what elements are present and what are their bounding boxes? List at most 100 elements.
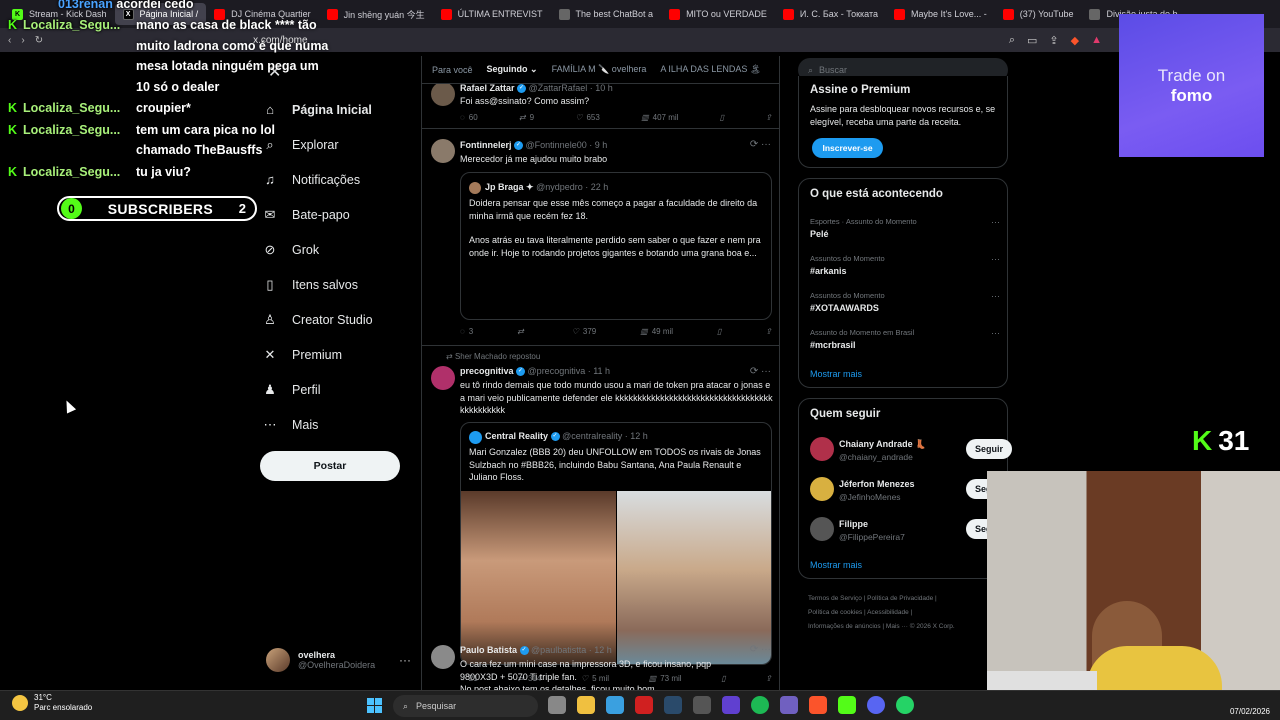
youtube-icon <box>1002 8 1014 20</box>
chat-icon: ✉ <box>264 206 276 222</box>
share-button[interactable]: ⇪ <box>765 113 772 122</box>
screen-icon[interactable]: ▭ <box>1027 34 1037 47</box>
reply-button[interactable]: ◌ 60 <box>460 113 478 122</box>
like-button[interactable]: ♡ 379 <box>572 327 597 336</box>
brave-rewards-icon[interactable]: ▲ <box>1091 34 1102 47</box>
tab-following[interactable]: Seguindo ⌄ <box>487 64 538 75</box>
kick-icon: K <box>8 165 18 179</box>
steam-icon[interactable] <box>664 696 682 714</box>
zoom-icon[interactable]: ⌕ <box>1009 34 1015 47</box>
nav-item-premium[interactable]: ✕ Premium <box>262 337 412 372</box>
views-button[interactable]: ▥ 407 mil <box>641 113 678 122</box>
brave-shield-icon[interactable]: ◆ <box>1071 34 1079 47</box>
subscriber-count-right: 2 <box>238 201 246 216</box>
nav-item-profile[interactable]: ♟ Perfil <box>262 372 412 407</box>
trend-item[interactable]: Esportes · Assunto do Momento Pelé ··· <box>810 217 1000 239</box>
avatar <box>266 648 290 672</box>
tab-list-ilha[interactable]: A ILHA DAS LENDAS 🏝 <box>660 64 761 75</box>
windows-start-icon[interactable] <box>367 698 382 713</box>
taskbar-clock[interactable]: 07/02/2026 <box>1230 695 1270 717</box>
browser-tab[interactable]: (37) YouTube <box>995 3 1082 25</box>
trend-item[interactable]: Assuntos do Momento #arkanis ··· <box>810 254 1000 276</box>
obs-icon[interactable] <box>693 696 711 714</box>
task-view-icon[interactable] <box>548 696 566 714</box>
nav-item-bookmarks[interactable]: ▯ Itens salvos <box>262 267 412 302</box>
follow-suggestion[interactable]: Chaiany Andrade 👢 @chaiany_andrade Seguir <box>810 437 1012 465</box>
share-icon[interactable]: ⇪ <box>1049 34 1058 47</box>
more-icon[interactable]: ··· <box>399 653 411 667</box>
browser-tab[interactable]: Maybe It's Love... - <box>886 3 995 25</box>
heart-icon: ♡ <box>575 113 583 122</box>
discord-icon[interactable] <box>867 696 885 714</box>
quote-image[interactable] <box>617 491 771 664</box>
share-button[interactable]: ⇪ <box>765 327 772 336</box>
browser-tab[interactable]: MITO ou VERDADE <box>661 3 775 25</box>
taskbar-search[interactable]: ⌕ Pesquisar <box>393 695 538 717</box>
follow-button[interactable]: Seguir <box>966 439 1012 459</box>
subscribe-button[interactable]: Inscrever-se <box>812 138 883 158</box>
post-button[interactable]: Postar <box>260 451 400 481</box>
follow-suggestion[interactable]: Jéferfon Menezes@JefinhoMenesSeguir <box>810 477 1012 505</box>
like-button[interactable]: ♡ 653 <box>575 113 600 122</box>
reply-button[interactable]: ◌ 3 <box>460 327 473 336</box>
more-icon[interactable]: ··· <box>991 217 1000 227</box>
post[interactable]: ⟳ ··· Fontinnelerj ✓ @Fontinnele00 · 9 h… <box>422 129 779 346</box>
bookmark-button[interactable]: ▯ <box>717 327 721 336</box>
more-icon[interactable]: ··· <box>991 328 1000 338</box>
tab-list-familia[interactable]: FAMÍLIA M 🔪 ovelhera <box>552 64 647 75</box>
grok-icon: ⊘ <box>264 241 276 257</box>
views-button[interactable]: ▥ 49 mil <box>640 327 673 336</box>
whatsapp-icon[interactable] <box>896 696 914 714</box>
show-more-link[interactable]: Mostrar mais <box>810 369 862 379</box>
browser-tab[interactable]: ÚLTIMA ENTREVIST <box>433 3 551 25</box>
trend-item[interactable]: Assuntos do Momento #XOTAAWARDS ··· <box>810 291 1000 313</box>
post[interactable]: ⟳ ··· Paulo Batista ✓ @paulbatistta · 12… <box>422 641 779 696</box>
nav-item-more[interactable]: ⋯ Mais <box>262 407 412 442</box>
trend-item[interactable]: Assunto do Momento em Brasil #mcrbrasil ··… <box>810 328 1000 350</box>
bookmark-button[interactable]: ▯ <box>720 113 724 122</box>
more-icon[interactable]: ⟳ ··· <box>750 366 771 377</box>
browser-tab[interactable]: The best ChatBot a <box>551 3 662 25</box>
chrome-icon[interactable] <box>606 696 624 714</box>
opera-icon[interactable] <box>635 696 653 714</box>
globe-icon <box>1089 8 1101 20</box>
more-icon: ⋯ <box>263 416 277 432</box>
kick-icon: K <box>8 18 18 32</box>
weather-widget[interactable]: 31°C Parc ensolarado <box>12 693 92 713</box>
quote-post[interactable]: Central Reality ✓ @centralreality · 12 h… <box>460 422 772 665</box>
repost-icon: ⇄ <box>517 327 524 336</box>
file-explorer-icon[interactable] <box>577 696 595 714</box>
follow-suggestion[interactable]: Filippe@FilippePereira7Seguir <box>810 517 1012 545</box>
app-icon[interactable] <box>722 696 740 714</box>
bookmark-icon: ▯ <box>716 327 722 336</box>
more-icon[interactable]: ··· <box>991 291 1000 301</box>
post[interactable]: ⇄ Sher Machado repostou ⟳ ··· precogniti… <box>422 346 779 691</box>
spotify-icon[interactable] <box>751 696 769 714</box>
more-icon[interactable]: ··· <box>991 254 1000 264</box>
footer-line[interactable]: Termos de Serviço | Política de Privacid… <box>808 592 1008 606</box>
nav-item-chat[interactable]: ✉ Bate-papo <box>262 197 412 232</box>
verified-icon: ✓ <box>516 367 526 377</box>
repost-button[interactable]: ⇄ <box>517 327 528 336</box>
footer-line[interactable]: Informações de anúncios | Mais ··· © 202… <box>808 620 1008 634</box>
quote-post[interactable]: Jp Braga ✦ @nydpedro · 22 h Doidera pens… <box>460 172 772 320</box>
tab-for-you[interactable]: Para você <box>432 65 473 75</box>
nav-item-grok[interactable]: ⊘ Grok <box>262 232 412 267</box>
app-icon[interactable] <box>780 696 798 714</box>
show-more-link[interactable]: Mostrar mais <box>810 560 862 570</box>
account-switcher[interactable]: ovelhera @OvelheraDoidera ··· <box>266 645 411 675</box>
more-icon[interactable]: ⟳ ··· <box>750 644 771 655</box>
quote-image[interactable] <box>461 491 616 664</box>
brave-icon[interactable] <box>809 696 827 714</box>
quote-header: Jp Braga ✦ @nydpedro · 22 h <box>485 182 609 192</box>
kick-icon[interactable] <box>838 696 856 714</box>
post[interactable]: Rafael Zattar ✓ @ZattarRafael · 10 h Foi… <box>422 78 779 129</box>
post-header: Fontinnelerj ✓ @Fontinnele00 · 9 h <box>460 140 608 151</box>
browser-tab[interactable]: И. С. Бах - Токката <box>775 3 886 25</box>
more-icon[interactable]: ⟳ ··· <box>750 139 771 150</box>
nav-item-creator-studio[interactable]: ♙ Creator Studio <box>262 302 412 337</box>
repost-icon: ⇄ <box>518 113 526 122</box>
avatar <box>431 139 455 163</box>
repost-button[interactable]: ⇄ 9 <box>519 113 534 122</box>
footer-line[interactable]: Política de cookies | Acessibilidade | <box>808 606 1008 620</box>
